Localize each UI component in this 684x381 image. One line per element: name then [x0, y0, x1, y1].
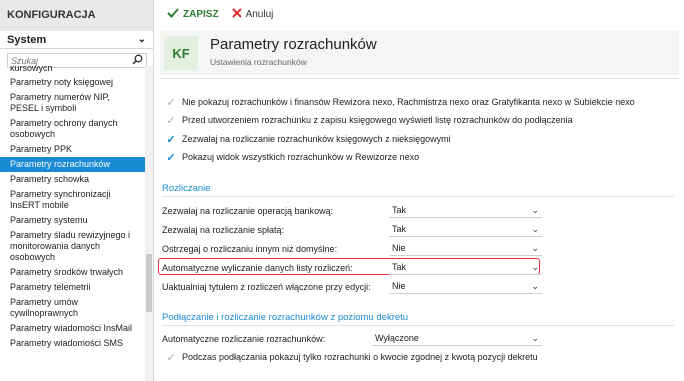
search-input[interactable] — [11, 55, 121, 66]
sidebar-item[interactable]: Parametry numerów NIP, PESEL i symboli — [0, 90, 145, 116]
page-header: KF Parametry rozrachunków Ustawienia roz… — [160, 31, 679, 75]
select-value: Wyłączone — [375, 333, 419, 343]
field-label: Automatyczne rozliczanie rozrachunków: — [162, 333, 326, 344]
form-row: Ostrzegaj o rozliczaniu innym niż domyśl… — [162, 240, 542, 257]
checkbox-label: Podczas podłączania pokazuj tylko rozrac… — [182, 352, 538, 362]
chevron-down-icon: ⌄ — [531, 280, 539, 291]
cancel-button[interactable]: Anuluj — [231, 8, 274, 21]
checkbox-checked-icon[interactable]: ✓ — [166, 97, 176, 109]
checkbox-label: Pokazuj widok wszystkich rozrachunków w … — [182, 152, 420, 162]
chevron-down-icon: ⌄ — [137, 34, 146, 45]
select-value: Nie — [392, 281, 406, 291]
checkbox-row[interactable]: ✓ Nie pokazuj rozrachunków i finansów Re… — [166, 95, 635, 109]
form-row: Uaktualniaj tytułem z rozliczeń włączone… — [162, 278, 542, 295]
sidebar-item[interactable]: Parametry schowka — [0, 172, 145, 187]
checkbox-label: Przed utworzeniem rozrachunku z zapisu k… — [182, 115, 573, 125]
checkbox-row[interactable]: ✓ Podczas podłączania pokazuj tylko rozr… — [166, 350, 538, 364]
sidebar-scrollbar[interactable] — [145, 66, 153, 381]
module-badge: KF — [164, 36, 198, 70]
form-row: Zezwalaj na rozliczanie spłatą: Tak ⌄ — [162, 221, 542, 238]
select-field[interactable]: Wyłączone ⌄ — [372, 332, 542, 346]
section-title-podlaczanie: Podłączanie i rozliczanie rozrachunków z… — [162, 312, 409, 323]
select-field[interactable]: Nie ⌄ — [389, 242, 542, 256]
checkbox-row[interactable]: ✓ Zezwalaj na rozliczanie rozrachunków k… — [166, 132, 451, 146]
toolbar: ZAPISZ Anuluj — [155, 0, 684, 29]
page-subtitle: Ustawienia rozrachunków — [210, 57, 307, 67]
chevron-down-icon: ⌄ — [531, 242, 539, 253]
sidebar-item-active[interactable]: Parametry rozrachunków — [0, 157, 145, 172]
checkbox-label: Zezwalaj na rozliczanie rozrachunków ksi… — [182, 134, 451, 144]
field-label: Uaktualniaj tytułem z rozliczeń włączone… — [162, 281, 371, 292]
sidebar-item[interactable]: kursowych — [0, 66, 145, 75]
field-label: Automatyczne wyliczanie danych listy roz… — [162, 262, 353, 273]
sidebar-item[interactable]: Parametry ochrony danych osobowych — [0, 116, 145, 142]
chevron-down-icon: ⌄ — [531, 204, 539, 215]
checkbox-checked-icon[interactable]: ✓ — [166, 352, 176, 364]
select-value: Tak — [392, 224, 407, 234]
sidebar-item[interactable]: Parametry wiadomości InsMail — [0, 321, 145, 336]
module-select[interactable]: System ⌄ — [0, 31, 153, 49]
chevron-down-icon: ⌄ — [531, 261, 539, 272]
sidebar-item[interactable]: Parametry PPK — [0, 142, 145, 157]
sidebar-item[interactable]: Parametry systemu — [0, 213, 145, 228]
select-field[interactable]: Tak ⌄ — [389, 204, 542, 218]
select-field[interactable]: Tak ⌄ — [389, 261, 542, 275]
select-value: Tak — [392, 262, 407, 272]
close-icon — [231, 8, 242, 21]
checkbox-row[interactable]: ✓ Pokazuj widok wszystkich rozrachunków … — [166, 150, 419, 164]
checkbox-row[interactable]: ✓ Przed utworzeniem rozrachunku z zapisu… — [166, 113, 573, 127]
sidebar-item[interactable]: Parametry synchronizacji InsERT mobile — [0, 187, 145, 213]
cancel-label: Anuluj — [245, 9, 274, 20]
chevron-down-icon: ⌄ — [531, 223, 539, 234]
sidebar-item[interactable]: Parametry noty księgowej — [0, 75, 145, 90]
sidebar-item[interactable]: Parametry śladu rewizyjnego i monitorowa… — [0, 228, 145, 265]
field-label: Zezwalaj na rozliczanie operacją bankową… — [162, 205, 334, 216]
field-label: Ostrzegaj o rozliczaniu innym niż domyśl… — [162, 243, 338, 254]
sidebar-item[interactable]: Parametry telemetrii — [0, 280, 145, 295]
save-button[interactable]: ZAPISZ — [167, 8, 219, 21]
checkbox-label: Nie pokazuj rozrachunków i finansów Rewi… — [182, 97, 635, 107]
main-panel: ZAPISZ Anuluj KF Parametry rozrachunków … — [155, 0, 684, 381]
checkmark-icon — [167, 8, 179, 21]
checkbox-checked-icon[interactable]: ✓ — [166, 134, 176, 146]
divider — [162, 325, 674, 326]
divider — [162, 196, 674, 197]
sidebar-title: KONFIGURACJA — [0, 0, 153, 31]
sidebar-item[interactable]: Parametry środków trwałych — [0, 265, 145, 280]
sidebar-item[interactable]: Parametry wiadomości SMS — [0, 336, 145, 351]
select-field[interactable]: Tak ⌄ — [389, 223, 542, 237]
checkbox-checked-icon[interactable]: ✓ — [166, 115, 176, 127]
scrollbar-thumb[interactable] — [146, 254, 152, 312]
form-row: Automatyczne wyliczanie danych listy roz… — [162, 259, 542, 276]
divider — [160, 78, 679, 79]
sidebar: KONFIGURACJA System ⌄ kursowych Parametr… — [0, 0, 154, 381]
select-field[interactable]: Nie ⌄ — [389, 280, 542, 294]
save-label: ZAPISZ — [183, 9, 219, 20]
select-value: Tak — [392, 205, 407, 215]
section-title-rozliczanie: Rozliczanie — [162, 183, 211, 194]
form-row: Zezwalaj na rozliczanie operacją bankową… — [162, 202, 542, 219]
checkbox-checked-icon[interactable]: ✓ — [166, 152, 176, 164]
sidebar-list: kursowych Parametry noty księgowej Param… — [0, 66, 145, 381]
field-label: Zezwalaj na rozliczanie spłatą: — [162, 224, 285, 235]
select-value: Nie — [392, 243, 406, 253]
form-row: Automatyczne rozliczanie rozrachunków: W… — [162, 330, 542, 347]
page-title: Parametry rozrachunków — [210, 36, 377, 53]
module-select-value: System — [7, 33, 47, 46]
sidebar-item[interactable]: Parametry umów cywilnoprawnych — [0, 295, 145, 321]
chevron-down-icon: ⌄ — [531, 332, 539, 343]
